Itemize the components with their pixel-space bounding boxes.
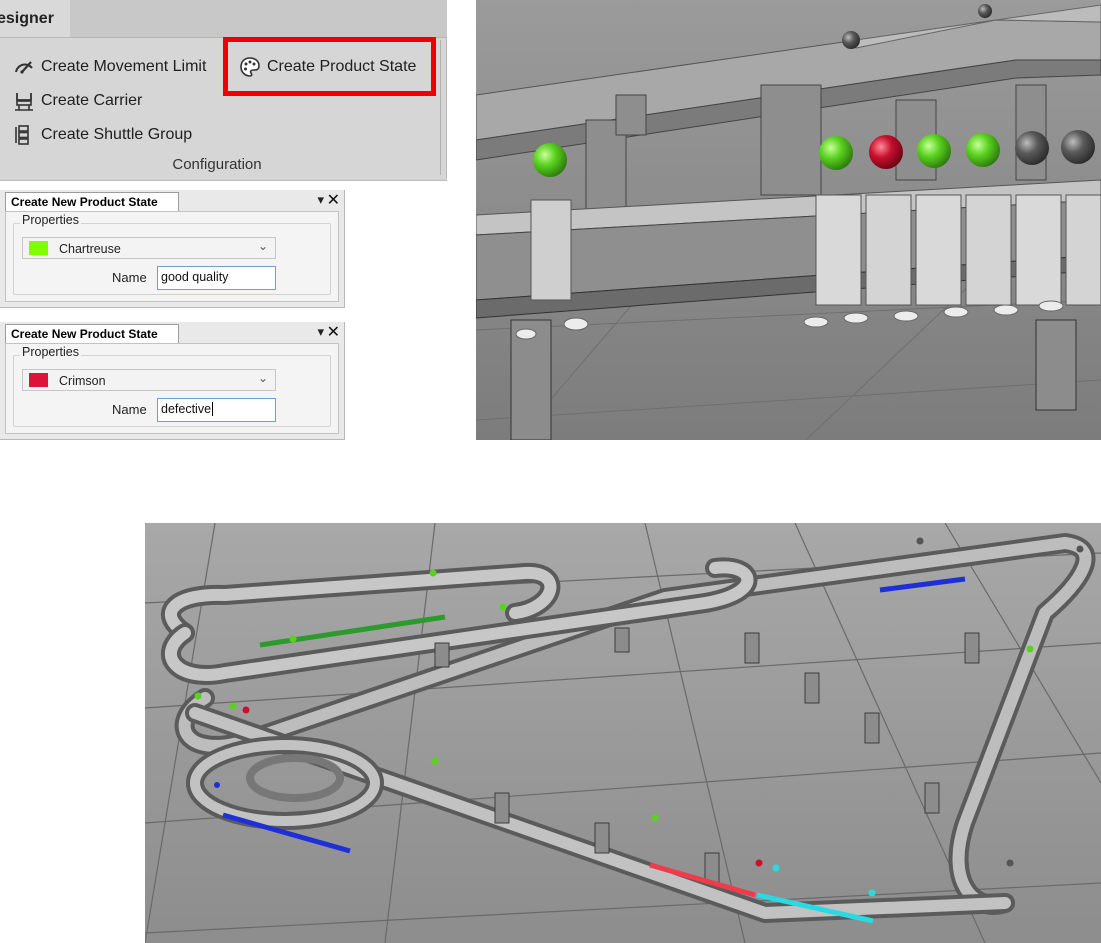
create-shuttle-group-button[interactable]: Create Shuttle Group xyxy=(13,120,192,150)
create-product-state-dialog-defective: Create New Product State ▾ ✕ Properties … xyxy=(0,322,345,440)
dialog-title-tab[interactable]: Create New Product State xyxy=(5,324,179,343)
no-state-marker xyxy=(978,4,992,18)
3d-viewport-overview[interactable] xyxy=(145,523,1101,943)
name-label: Name xyxy=(112,402,147,417)
ribbon-tab-label: esigner xyxy=(0,10,54,27)
name-input-value: defective xyxy=(161,402,212,416)
close-icon[interactable]: ✕ xyxy=(327,190,340,210)
group-separator xyxy=(440,40,441,175)
color-swatch xyxy=(29,373,48,387)
create-product-state-dialog-good: Create New Product State ▾ ✕ Properties … xyxy=(0,190,345,308)
create-movement-limit-label: Create Movement Limit xyxy=(41,58,207,75)
text-cursor xyxy=(212,402,214,416)
color-name: Crimson xyxy=(59,374,106,388)
name-label: Name xyxy=(112,270,147,285)
properties-legend: Properties xyxy=(20,345,81,359)
good-quality-marker xyxy=(966,133,1000,167)
good-quality-marker xyxy=(819,136,853,170)
pin-dropdown-icon[interactable]: ▾ xyxy=(317,324,324,340)
dialog-header: Create New Product State ▾ ✕ xyxy=(0,190,344,211)
create-shuttle-group-label: Create Shuttle Group xyxy=(41,126,193,143)
defective-marker xyxy=(869,135,903,169)
create-movement-limit-button[interactable]: Create Movement Limit xyxy=(13,52,206,82)
dialog-body: Properties Chartreuse ⌄ Name good qualit… xyxy=(5,211,339,302)
highlight-frame xyxy=(223,37,436,96)
name-input[interactable]: good quality xyxy=(157,266,276,290)
dialog-title-tab[interactable]: Create New Product State xyxy=(5,192,179,211)
pin-dropdown-icon[interactable]: ▾ xyxy=(317,192,324,208)
ribbon-tab-designer[interactable]: esigner xyxy=(0,0,71,38)
shuttle-group-icon xyxy=(13,124,35,146)
no-state-marker xyxy=(842,31,860,49)
create-carrier-label: Create Carrier xyxy=(41,92,143,109)
ribbon-group-label: Configuration xyxy=(0,156,446,173)
chevron-down-icon: ⌄ xyxy=(257,371,268,385)
speed-gauge-icon xyxy=(13,56,35,78)
close-icon[interactable]: ✕ xyxy=(327,322,340,342)
color-select[interactable]: Chartreuse ⌄ xyxy=(22,237,276,259)
configuration-label: Configuration xyxy=(172,156,262,173)
dialog-header: Create New Product State ▾ ✕ xyxy=(0,322,344,343)
ribbon-tabstrip xyxy=(70,0,447,38)
color-name: Chartreuse xyxy=(59,242,121,256)
good-quality-marker xyxy=(917,134,951,168)
good-quality-marker xyxy=(533,143,567,177)
carrier-icon xyxy=(13,90,35,112)
color-select[interactable]: Crimson ⌄ xyxy=(22,369,276,391)
no-state-marker xyxy=(1015,131,1049,165)
3d-viewport-closeup[interactable] xyxy=(476,0,1101,440)
create-carrier-button[interactable]: Create Carrier xyxy=(13,86,142,116)
name-input[interactable]: defective xyxy=(157,398,276,422)
color-swatch xyxy=(29,241,48,255)
chevron-down-icon: ⌄ xyxy=(257,239,268,253)
dialog-body: Properties Crimson ⌄ Name defective xyxy=(5,343,339,434)
no-state-marker xyxy=(1061,130,1095,164)
properties-legend: Properties xyxy=(20,213,81,227)
